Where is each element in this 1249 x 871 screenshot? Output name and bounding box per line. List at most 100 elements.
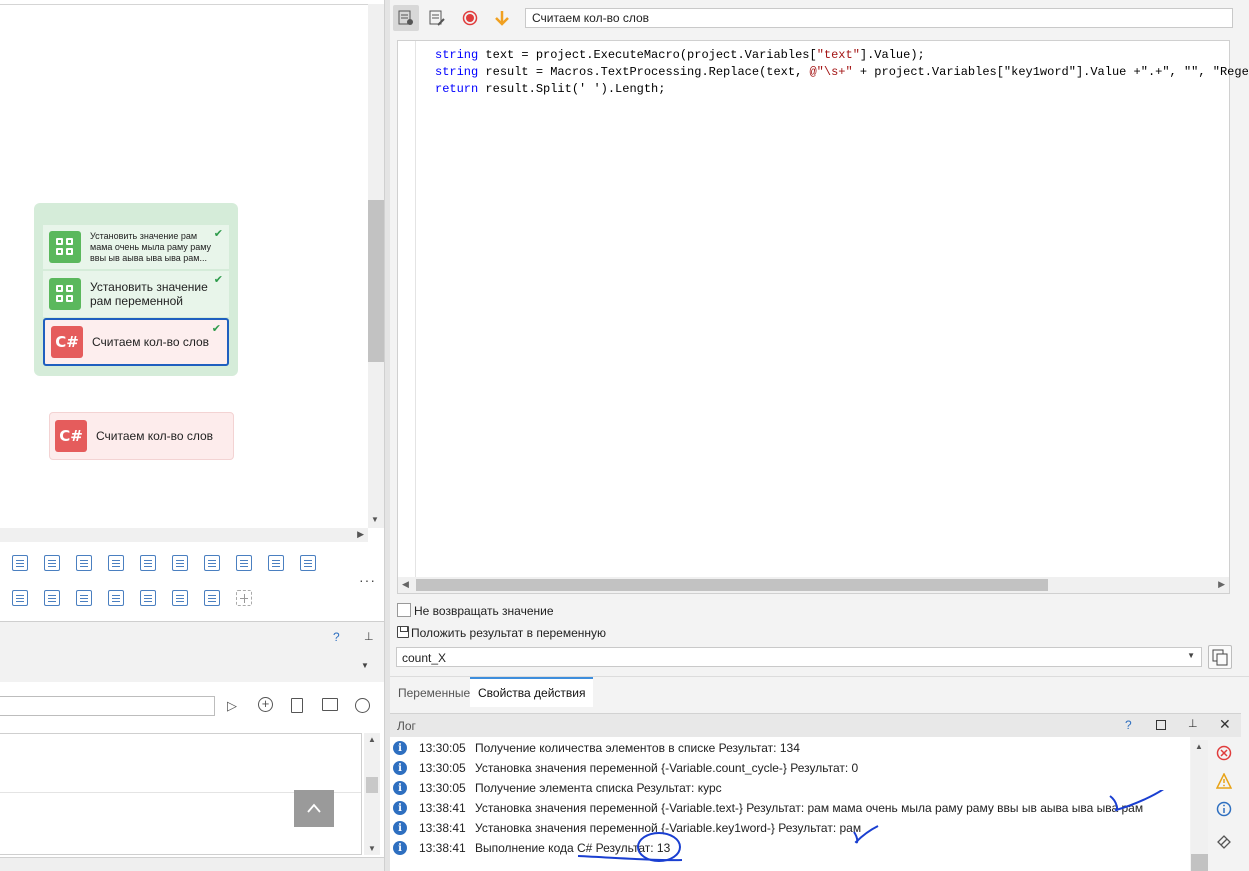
list-action-icon[interactable] bbox=[108, 555, 124, 571]
more-icon[interactable]: ··· bbox=[359, 572, 376, 588]
scroll-left-icon[interactable]: ◀ bbox=[402, 579, 409, 590]
list-action-icon[interactable] bbox=[268, 555, 284, 571]
action-settings-icon[interactable] bbox=[395, 8, 417, 28]
code-line[interactable]: return result.Split(' ').Length; bbox=[435, 82, 665, 96]
result-variable-select[interactable]: count_X ▼ bbox=[396, 647, 1202, 667]
warning-filter-icon[interactable] bbox=[1216, 773, 1232, 789]
scroll-to-top-button[interactable] bbox=[294, 790, 334, 827]
action-block-csharp-selected[interactable]: C# Считаем кол-во слов ✔ bbox=[43, 318, 229, 366]
scroll-right-icon[interactable]: ▶ bbox=[1218, 579, 1225, 590]
error-filter-icon[interactable] bbox=[1216, 745, 1232, 761]
help-icon[interactable]: ? bbox=[333, 630, 340, 644]
list-action-icon[interactable] bbox=[108, 590, 124, 606]
block-label: Установить значение рам мама очень мыла … bbox=[90, 230, 212, 263]
list-action-icon[interactable] bbox=[76, 590, 92, 606]
list-action-icon[interactable] bbox=[236, 555, 252, 571]
scrollbar-thumb[interactable] bbox=[368, 200, 384, 362]
log-message: Установка значения переменной {-Variable… bbox=[475, 761, 859, 775]
action-block-set-value-1[interactable]: Установить значение рам мама очень мыла … bbox=[43, 225, 229, 269]
scrollbar-thumb[interactable] bbox=[1191, 854, 1208, 871]
action-block-set-value-2[interactable]: Установить значение рам переменной ✔ bbox=[43, 271, 229, 317]
scroll-right-icon[interactable]: ▶ bbox=[357, 529, 364, 540]
log-message: Выполнение кода C# Результат: 13 bbox=[475, 841, 671, 855]
log-filter-bar bbox=[1208, 737, 1241, 871]
record-icon[interactable] bbox=[459, 8, 481, 28]
status-strip bbox=[0, 857, 384, 871]
list-action-icon[interactable] bbox=[300, 555, 316, 571]
log-scrollbar[interactable]: ▲ bbox=[1191, 740, 1208, 871]
copy-button[interactable] bbox=[1208, 645, 1232, 669]
log-entry[interactable]: i 13:38:41 Установка значения переменной… bbox=[390, 798, 1190, 818]
save-icon bbox=[397, 626, 409, 638]
log-message: Установка значения переменной {-Variable… bbox=[475, 801, 1144, 815]
info-filter-icon[interactable] bbox=[1216, 801, 1232, 817]
scrollbar-thumb[interactable] bbox=[366, 777, 378, 793]
log-list[interactable]: i 13:30:05 Получение количества элементо… bbox=[390, 737, 1190, 871]
list-action-icon[interactable] bbox=[204, 555, 220, 571]
chevron-down-icon: ▼ bbox=[1187, 651, 1195, 660]
settings-icon[interactable] bbox=[355, 698, 370, 713]
canvas-horizontal-scrollbar[interactable]: ▶ bbox=[0, 528, 368, 542]
action-edit-icon[interactable] bbox=[426, 8, 448, 28]
pin-icon[interactable]: ⊥ bbox=[1188, 717, 1198, 730]
list-action-icon[interactable] bbox=[12, 590, 28, 606]
info-icon: i bbox=[393, 781, 407, 795]
maximize-icon[interactable] bbox=[1156, 720, 1166, 730]
add-circle-icon[interactable]: + bbox=[258, 697, 273, 712]
result-variable-value: count_X bbox=[402, 651, 447, 665]
block-label: Установить значение рам переменной bbox=[90, 280, 208, 308]
play-icon[interactable]: ▷ bbox=[227, 698, 237, 714]
code-editor[interactable]: string text = project.ExecuteMacro(proje… bbox=[397, 40, 1249, 594]
code-line[interactable]: string text = project.ExecuteMacro(proje… bbox=[435, 48, 925, 62]
action-block-csharp[interactable]: C# Считаем кол-во слов bbox=[49, 412, 234, 460]
add-action-icon[interactable] bbox=[236, 590, 252, 606]
scrollbar-thumb[interactable] bbox=[416, 579, 1048, 591]
editor-horizontal-scrollbar[interactable]: ◀ ▶ bbox=[398, 577, 1229, 593]
document-icon[interactable] bbox=[291, 698, 303, 713]
scroll-down-icon[interactable]: ▼ bbox=[368, 844, 376, 853]
list-action-icon[interactable] bbox=[76, 555, 92, 571]
scroll-down-icon[interactable]: ▼ bbox=[371, 515, 379, 524]
log-entry[interactable]: i 13:38:41 Выполнение кода C# Результат:… bbox=[390, 838, 1190, 858]
tab-bar: Переменные Свойства действия bbox=[390, 676, 1249, 707]
canvas-vertical-scrollbar[interactable]: ▼ bbox=[368, 4, 384, 528]
log-entry[interactable]: i 13:38:41 Установка значения переменной… bbox=[390, 818, 1190, 838]
arrow-down-icon[interactable] bbox=[491, 8, 513, 28]
list-action-icon[interactable] bbox=[44, 590, 60, 606]
list-action-icon[interactable] bbox=[44, 555, 60, 571]
no-return-label: Не возвращать значение bbox=[414, 604, 554, 618]
scroll-up-icon[interactable]: ▲ bbox=[1195, 742, 1203, 751]
action-group[interactable]: Установить значение рам мама очень мыла … bbox=[34, 203, 238, 376]
tab-variables[interactable]: Переменные bbox=[390, 677, 478, 707]
block-label: Считаем кол-во слов bbox=[96, 429, 214, 443]
block-label: Считаем кол-во слов bbox=[92, 335, 210, 349]
editor-gutter bbox=[398, 41, 416, 577]
search-input[interactable] bbox=[0, 696, 215, 716]
info-icon: i bbox=[393, 801, 407, 815]
log-entry[interactable]: i 13:30:05 Установка значения переменной… bbox=[390, 758, 1190, 778]
code-line[interactable]: string result = Macros.TextProcessing.Re… bbox=[435, 65, 1249, 79]
list-scrollbar[interactable]: ▲ ▼ bbox=[364, 733, 380, 855]
close-icon[interactable]: ✕ bbox=[1219, 716, 1231, 733]
clear-log-icon[interactable] bbox=[1216, 833, 1232, 849]
log-entry[interactable]: i 13:30:05 Получение элемента списка Рез… bbox=[390, 778, 1190, 798]
table-settings-icon[interactable] bbox=[322, 698, 338, 711]
list-action-icon[interactable] bbox=[12, 555, 28, 571]
action-name-input[interactable]: Считаем кол-во слов bbox=[525, 8, 1233, 28]
list-action-icon[interactable] bbox=[204, 590, 220, 606]
log-entry[interactable]: i 13:30:05 Получение количества элементо… bbox=[390, 738, 1190, 758]
scroll-up-icon[interactable]: ▲ bbox=[368, 735, 376, 744]
list-action-icon[interactable] bbox=[172, 590, 188, 606]
copy-icon bbox=[1212, 649, 1228, 666]
list-action-icon[interactable] bbox=[140, 555, 156, 571]
log-title: Лог bbox=[397, 719, 416, 733]
list-action-icon[interactable] bbox=[172, 555, 188, 571]
info-icon: i bbox=[393, 761, 407, 775]
list-action-icon[interactable] bbox=[140, 590, 156, 606]
pin-icon[interactable]: ⊥ bbox=[364, 630, 374, 643]
chevron-down-icon[interactable]: ▼ bbox=[361, 661, 369, 670]
tab-action-properties[interactable]: Свойства действия bbox=[470, 677, 594, 707]
no-return-checkbox[interactable] bbox=[397, 603, 411, 617]
save-result-label: Положить результат в переменную bbox=[411, 626, 607, 640]
help-icon[interactable]: ? bbox=[1125, 718, 1132, 732]
